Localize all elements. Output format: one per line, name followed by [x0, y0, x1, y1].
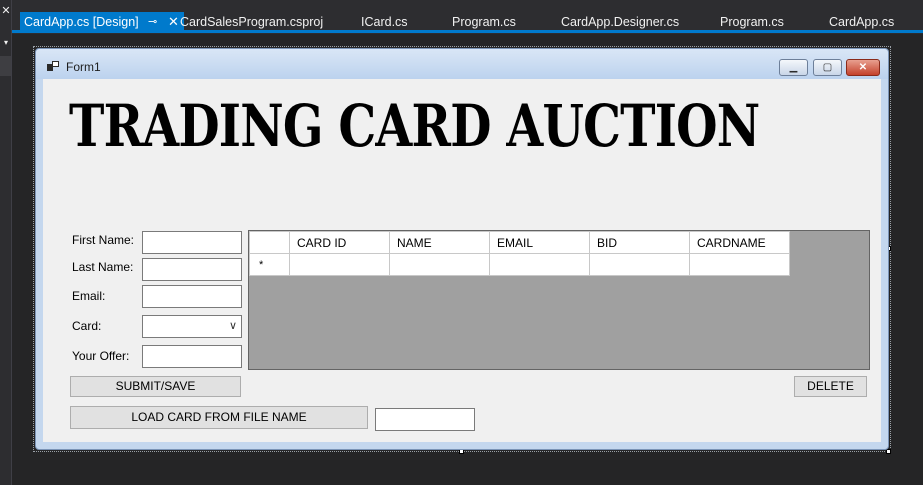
gutter-dropdown-icon[interactable]: ▾: [1, 38, 11, 48]
column-header-bid[interactable]: BID: [589, 231, 690, 254]
new-row-icon[interactable]: *: [249, 253, 290, 276]
delete-button[interactable]: DELETE: [794, 376, 867, 397]
tab-icard-cs[interactable]: ICard.cs: [361, 12, 408, 32]
form-icon: [47, 61, 59, 71]
form-title: Form1: [66, 60, 101, 74]
page-title: TRADING CARD AUCTION: [69, 92, 760, 160]
gutter-close-icon[interactable]: ✕: [0, 4, 12, 18]
tab-program-cs-2[interactable]: Program.cs: [720, 12, 784, 32]
tab-program-cs[interactable]: Program.cs: [452, 12, 516, 32]
offer-label: Your Offer:: [72, 349, 130, 363]
tab-accent-bar: [12, 30, 923, 33]
bids-data-grid[interactable]: CARD ID NAME EMAIL BID CARDNAME *: [248, 230, 870, 370]
left-gutter: ✕ ▾: [0, 0, 12, 485]
grid-cell[interactable]: [489, 253, 590, 276]
form-titlebar[interactable]: Form1 ▁ ▢ ✕: [36, 49, 888, 79]
window-close-icon[interactable]: ✕: [846, 59, 880, 76]
card-label: Card:: [72, 319, 102, 333]
pin-icon[interactable]: ⊸: [148, 12, 157, 32]
table-row[interactable]: *: [249, 253, 790, 276]
submit-save-button[interactable]: SUBMIT/SAVE: [70, 376, 241, 397]
grid-header-row: CARD ID NAME EMAIL BID CARDNAME: [249, 231, 790, 254]
column-header-email[interactable]: EMAIL: [489, 231, 590, 254]
grid-cell[interactable]: [389, 253, 490, 276]
document-tab-strip: CardApp.cs [Design] ⊸ ✕ CardSalesProgram…: [12, 0, 923, 34]
first-name-input[interactable]: [142, 231, 242, 254]
column-header-card-id[interactable]: CARD ID: [289, 231, 390, 254]
form-window[interactable]: Form1 ▁ ▢ ✕ TRADING CARD AUCTION First N…: [35, 48, 889, 450]
grid-cell[interactable]: [589, 253, 690, 276]
email-label: Email:: [72, 289, 106, 303]
gutter-panel-tab[interactable]: [0, 56, 11, 76]
resize-handle-corner[interactable]: [886, 449, 891, 454]
column-header-cardname[interactable]: CARDNAME: [689, 231, 790, 254]
tab-cardapp-designer-cs[interactable]: CardApp.Designer.cs: [561, 12, 679, 32]
last-name-input[interactable]: [142, 258, 242, 281]
load-card-button[interactable]: LOAD CARD FROM FILE NAME: [70, 406, 368, 429]
chevron-down-icon: ∨: [228, 320, 237, 332]
column-header-name[interactable]: NAME: [389, 231, 490, 254]
offer-input[interactable]: [142, 345, 242, 368]
close-icon[interactable]: ✕: [168, 12, 179, 32]
grid-corner-cell[interactable]: [249, 231, 290, 254]
maximize-icon[interactable]: ▢: [813, 59, 842, 76]
file-name-input[interactable]: [375, 408, 475, 431]
tab-cardsalesprogram-csproj[interactable]: CardSalesProgram.csproj: [180, 12, 323, 32]
card-combobox[interactable]: ∨: [142, 315, 242, 338]
email-input[interactable]: [142, 285, 242, 308]
first-name-label: First Name:: [72, 233, 135, 247]
form-client-area: TRADING CARD AUCTION First Name: Last Na…: [43, 79, 881, 442]
grid-cell[interactable]: [289, 253, 390, 276]
minimize-icon[interactable]: ▁: [779, 59, 808, 76]
tab-cardapp-cs[interactable]: CardApp.cs: [829, 12, 894, 32]
grid-cell[interactable]: [689, 253, 790, 276]
tab-label: CardApp.cs [Design]: [24, 15, 139, 29]
last-name-label: Last Name:: [72, 260, 134, 274]
